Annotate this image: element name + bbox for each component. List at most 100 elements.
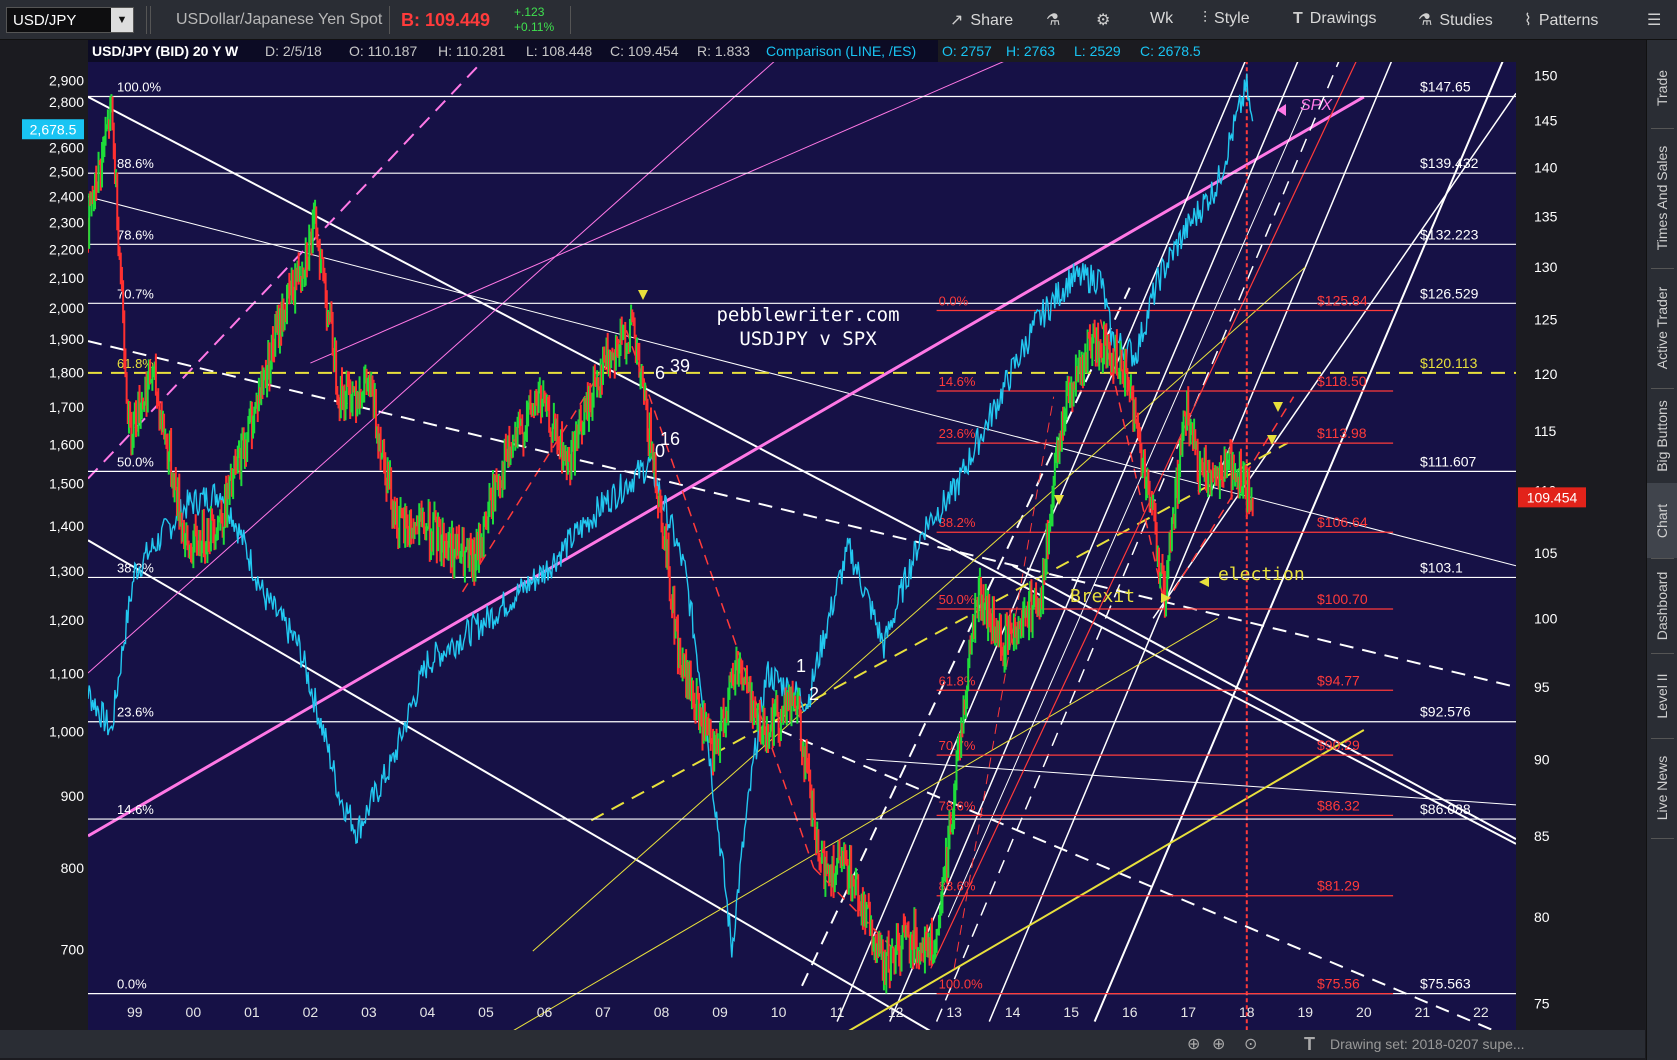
side-tab-level-ii[interactable]: Level II — [1647, 653, 1677, 738]
y-left-tick-label: 2,500 — [49, 163, 84, 179]
symbol-selector[interactable]: USD/JPY ▼ — [6, 7, 134, 33]
symbol-dropdown-icon[interactable]: ▼ — [111, 8, 133, 32]
x-tick-label: 10 — [771, 1004, 787, 1020]
patterns-label: Patterns — [1538, 12, 1599, 29]
chart-title: USD/JPY (BID) 20 Y W — [92, 43, 239, 59]
price-change: +.123 +0.11% — [514, 5, 554, 35]
side-tab-label: Level II — [1654, 672, 1670, 719]
settings-button[interactable]: ⚙ — [1096, 10, 1117, 30]
side-tab-dashboard[interactable]: Dashboard — [1647, 558, 1677, 653]
y-left-tick-label: 1,700 — [49, 399, 84, 415]
bid-price: B: 109.449 — [401, 10, 491, 30]
timeframe-label: Wk — [1150, 10, 1174, 27]
side-tab-divider — [1651, 838, 1674, 839]
header-range: R: 1.833 — [697, 43, 750, 59]
x-tick-label: 21 — [1415, 1004, 1431, 1020]
wave-label: 6 — [655, 363, 665, 383]
drawing-tool-icon[interactable]: T — [1304, 1034, 1315, 1054]
drawings-button[interactable]: T Drawings — [1293, 10, 1376, 28]
side-tab-big-buttons[interactable]: Big Buttons — [1647, 388, 1677, 483]
timeframe-button[interactable]: Wk — [1150, 10, 1173, 28]
candlestick-icon: ⫶ — [1203, 10, 1208, 27]
x-tick-label: 16 — [1122, 1004, 1138, 1020]
x-tick-label: 02 — [303, 1004, 319, 1020]
studies-label: Studies — [1439, 12, 1493, 29]
side-tab-label: Chart — [1654, 503, 1670, 538]
x-tick-label: 05 — [478, 1004, 494, 1020]
crosshair-icon[interactable]: ⊕ — [1187, 1036, 1200, 1053]
x-tick-label: 99 — [127, 1004, 143, 1020]
comparison-label: Comparison (LINE, /ES) — [766, 43, 916, 59]
y-right-tick-label: 90 — [1534, 751, 1550, 767]
fib-level-price: $132.223 — [1420, 226, 1479, 242]
fib-inner-price: $106.64 — [1317, 514, 1368, 530]
symbol-description: USDollar/Japanese Yen Spot — [176, 11, 383, 28]
share-button[interactable]: ↗ Share — [950, 10, 1013, 30]
y-left-tick-label: 1,400 — [49, 518, 84, 534]
y-right-tick-label: 135 — [1534, 208, 1558, 224]
drawing-set-label[interactable]: Drawing set: 2018-0207 supe... — [1330, 1036, 1525, 1052]
watermark-site: pebblewriter.com — [716, 304, 899, 326]
thinkorswim-chart-window: USD/JPY ▼ USDollar/Japanese Yen Spot B: … — [0, 0, 1677, 1060]
spx-label: SPX — [1300, 97, 1333, 114]
side-tab-live-news[interactable]: Live News — [1647, 738, 1677, 838]
fib-inner-price: $125.84 — [1317, 293, 1368, 309]
fib-inner-price: $113.98 — [1317, 425, 1367, 441]
x-tick-label: 04 — [420, 1004, 436, 1020]
y-left-tick-label: 2,800 — [49, 94, 84, 110]
fib-inner-price: $90.29 — [1317, 737, 1360, 753]
fib-inner-label: 38.2% — [939, 515, 976, 530]
zoom-icon[interactable]: ⊙ — [1244, 1036, 1257, 1053]
wave-label: 39 — [670, 356, 690, 376]
side-tab-times-and-sales[interactable]: Times And Sales — [1647, 128, 1677, 268]
pan-icon[interactable]: ⊕ — [1212, 1036, 1225, 1053]
studies-button[interactable]: ⚗ Studies — [1418, 10, 1493, 30]
cmp-low: L: 2529 — [1074, 43, 1121, 59]
x-tick-label: 20 — [1356, 1004, 1372, 1020]
menu-icon: ☰ — [1647, 12, 1662, 29]
y-right-tick-label: 115 — [1534, 423, 1557, 439]
wave-label: 16 — [660, 429, 680, 449]
y-left-tick-label: 2,300 — [49, 214, 84, 230]
x-tick-label: 08 — [654, 1004, 670, 1020]
flask-button[interactable]: ⚗ — [1046, 10, 1067, 30]
y-right-tick-label: 80 — [1534, 909, 1550, 925]
flask-icon: ⚗ — [1418, 12, 1433, 29]
header-open: O: 110.187 — [349, 43, 417, 59]
side-tab-trade[interactable]: Trade — [1647, 48, 1677, 128]
fib-level-price: $139.432 — [1420, 155, 1479, 171]
menu-button[interactable]: ☰ — [1647, 10, 1668, 30]
y-left-tick-label: 2,900 — [49, 73, 84, 89]
style-button[interactable]: ⫶ Style — [1203, 10, 1250, 28]
share-icon: ↗ — [950, 12, 964, 29]
y-right-tick-label: 140 — [1534, 160, 1558, 176]
chart-canvas[interactable]: 100.0% $147.6588.6% $139.43278.6% $132.2237… — [0, 40, 1645, 1058]
header-close: C: 109.454 — [610, 43, 679, 59]
price-chart[interactable]: 100.0% $147.65 88.6% $139.432 78.6% $132.223 7… — [0, 40, 1645, 1058]
y-left-tick-label: 1,800 — [49, 364, 84, 380]
side-tab-label: Dashboard — [1654, 571, 1670, 640]
side-tab-active-trader[interactable]: Active Trader — [1647, 268, 1677, 388]
side-tab-label: Trade — [1654, 69, 1670, 107]
fib-level-label: 14.6% — [117, 802, 154, 817]
y-right-tick-label: 145 — [1534, 113, 1558, 129]
last-price-tag-text: 109.454 — [1527, 489, 1578, 505]
fib-inner-price: $86.32 — [1317, 797, 1360, 813]
fib-level-price: $120.113 — [1420, 355, 1478, 371]
price-change-pct: +0.11% — [514, 20, 555, 34]
x-tick-label: 03 — [361, 1004, 377, 1020]
x-tick-label: 14 — [1005, 1004, 1021, 1020]
fib-level-label: 78.6% — [117, 227, 154, 242]
y-left-tick-label: 2,200 — [49, 242, 84, 258]
side-tab-chart[interactable]: Chart — [1647, 483, 1677, 558]
y-left-tick-label: 2,600 — [49, 139, 84, 155]
y-left-tick-label: 1,900 — [49, 331, 84, 347]
fib-inner-label: 14.6% — [939, 374, 976, 389]
brexit-label: Brexit — [1070, 586, 1135, 607]
patterns-button[interactable]: ⌇ Patterns — [1524, 10, 1598, 30]
wave-label: 1 — [796, 656, 806, 676]
fib-level-price: $75.563 — [1420, 976, 1471, 992]
fib-level-price: $103.1 — [1420, 559, 1463, 575]
y-right-tick-label: 120 — [1534, 366, 1558, 382]
y-left-tick-label: 1,000 — [49, 724, 84, 740]
